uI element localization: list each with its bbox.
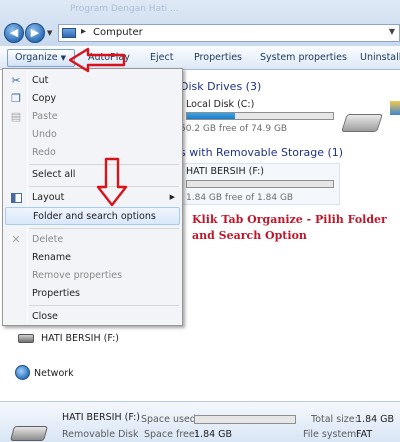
total-size-label: Total size: [311, 414, 358, 425]
menu-item-close[interactable]: Close [5, 308, 180, 326]
network-icon [15, 365, 30, 380]
usb-free-text: 1.84 GB free of 1.84 GB [186, 193, 294, 203]
menu-item-redo-label: Redo [32, 147, 56, 158]
local-disk-free-text: 50.2 GB free of 74.9 GB [180, 124, 288, 134]
menu-separator [29, 305, 179, 306]
space-used-label: Space used: [141, 414, 200, 425]
nav-item-hati-bersih[interactable]: HATI BERSIH (F:) [41, 333, 119, 344]
hard-drive-icon[interactable] [341, 114, 383, 132]
usb-drive-large-icon [9, 426, 49, 441]
usb-drive-icon [18, 334, 34, 343]
file-system-label: File system: [303, 429, 360, 440]
layout-icon [11, 193, 22, 203]
computer-icon [62, 28, 76, 38]
menu-item-folder-options-label: Folder and search options [33, 211, 156, 222]
paste-icon: ▤ [10, 110, 22, 123]
details-drive-name: HATI BERSIH (F:) [62, 412, 140, 423]
recent-pages-dropdown[interactable]: ▼ [47, 29, 52, 37]
menu-item-properties[interactable]: Properties [5, 285, 180, 303]
local-disk-usage-bar [186, 112, 334, 120]
menu-item-properties-label: Properties [32, 288, 81, 299]
removable-storage-header: s with Removable Storage (1) [180, 146, 344, 159]
organize-label: Organize [15, 52, 58, 63]
delete-x-icon: ✕ [11, 233, 21, 246]
details-usage-bar [194, 415, 296, 424]
menu-item-copy-label: Copy [32, 93, 57, 104]
space-free-label: Space free: [144, 429, 198, 440]
chevron-down-icon[interactable]: ▼ [389, 27, 395, 36]
background-window-title: Program Dengan Hati ... [70, 4, 179, 14]
menu-item-redo[interactable]: Redo [5, 144, 180, 162]
local-disk-usage-fill [187, 113, 236, 119]
details-pane: HATI BERSIH (F:) Removable Disk Space us… [0, 401, 400, 442]
details-drive-type: Removable Disk [62, 429, 139, 440]
space-free-value: 1.84 GB [194, 429, 233, 440]
menu-item-undo-label: Undo [32, 129, 57, 140]
menu-item-cut[interactable]: ✂ Cut [5, 72, 180, 90]
breadcrumb-computer[interactable]: Computer [93, 27, 143, 38]
address-bar-area: Program Dengan Hati ... ◀ ▶ ▼ ▸ Computer… [0, 0, 400, 46]
menu-item-delete[interactable]: ✕ Delete [5, 231, 180, 249]
menu-item-paste-label: Paste [32, 111, 58, 122]
local-disk-label[interactable]: Local Disk (C:) [186, 99, 254, 110]
eject-button[interactable]: Eject [150, 52, 173, 63]
scissors-icon: ✂ [11, 74, 21, 87]
command-toolbar: Organize ▼ AutoPlay Eject Properties Syst… [0, 46, 400, 70]
menu-item-delete-label: Delete [32, 234, 64, 245]
caret-down-icon: ▼ [60, 54, 66, 62]
organize-menu: ✂ Cut ❐ Copy ▤ Paste Undo Redo Select al… [2, 68, 183, 326]
menu-item-rename[interactable]: Rename [5, 249, 180, 267]
breadcrumb-separator-icon: ▸ [81, 26, 87, 37]
menu-item-cut-label: Cut [32, 75, 49, 86]
properties-button[interactable]: Properties [194, 52, 242, 63]
arrow-left-icon: ◀ [9, 26, 19, 39]
total-size-value: 1.84 GB [356, 414, 395, 425]
menu-item-paste[interactable]: ▤ Paste [5, 108, 180, 126]
file-system-value: FAT [356, 429, 373, 440]
submenu-arrow-icon: ▶ [169, 193, 175, 201]
menu-separator [29, 228, 179, 229]
red-annotation-arrow-left-icon [68, 47, 126, 73]
menu-item-layout-label: Layout [32, 192, 65, 203]
windows-drive-icon[interactable] [390, 101, 400, 115]
menu-item-rename-label: Rename [32, 252, 71, 263]
menu-item-remove-properties[interactable]: Remove properties [5, 267, 180, 285]
copy-icon: ❐ [11, 92, 21, 105]
usb-usage-bar [186, 180, 334, 188]
arrow-right-icon: ▶ [30, 26, 40, 39]
red-annotation-arrow-down-icon [96, 157, 128, 207]
usb-drive-label: HATI BERSIH (F:) [186, 166, 264, 177]
menu-item-remove-properties-label: Remove properties [32, 270, 123, 281]
menu-item-folder-and-search-options[interactable]: Folder and search options [5, 207, 180, 225]
menu-item-select-all-label: Select all [32, 169, 76, 180]
uninstall-button[interactable]: Uninstall o [360, 52, 400, 63]
address-box[interactable]: ▸ Computer ▼ [58, 24, 400, 42]
menu-item-undo[interactable]: Undo [5, 126, 180, 144]
hard-disk-drives-header: Disk Drives (3) [180, 80, 262, 93]
menu-item-close-label: Close [32, 311, 58, 322]
back-button[interactable]: ◀ [4, 23, 24, 43]
organize-button[interactable]: Organize ▼ [7, 49, 75, 67]
menu-item-layout[interactable]: Layout ▶ [5, 189, 180, 207]
menu-item-select-all[interactable]: Select all [5, 166, 180, 184]
system-properties-button[interactable]: System properties [260, 52, 347, 63]
menu-item-copy[interactable]: ❐ Copy [5, 90, 180, 108]
tutorial-caption: Klik Tab Organize - Pilih Folder and Sea… [192, 213, 387, 242]
nav-item-network[interactable]: Network [34, 368, 74, 379]
forward-button[interactable]: ▶ [25, 23, 45, 43]
